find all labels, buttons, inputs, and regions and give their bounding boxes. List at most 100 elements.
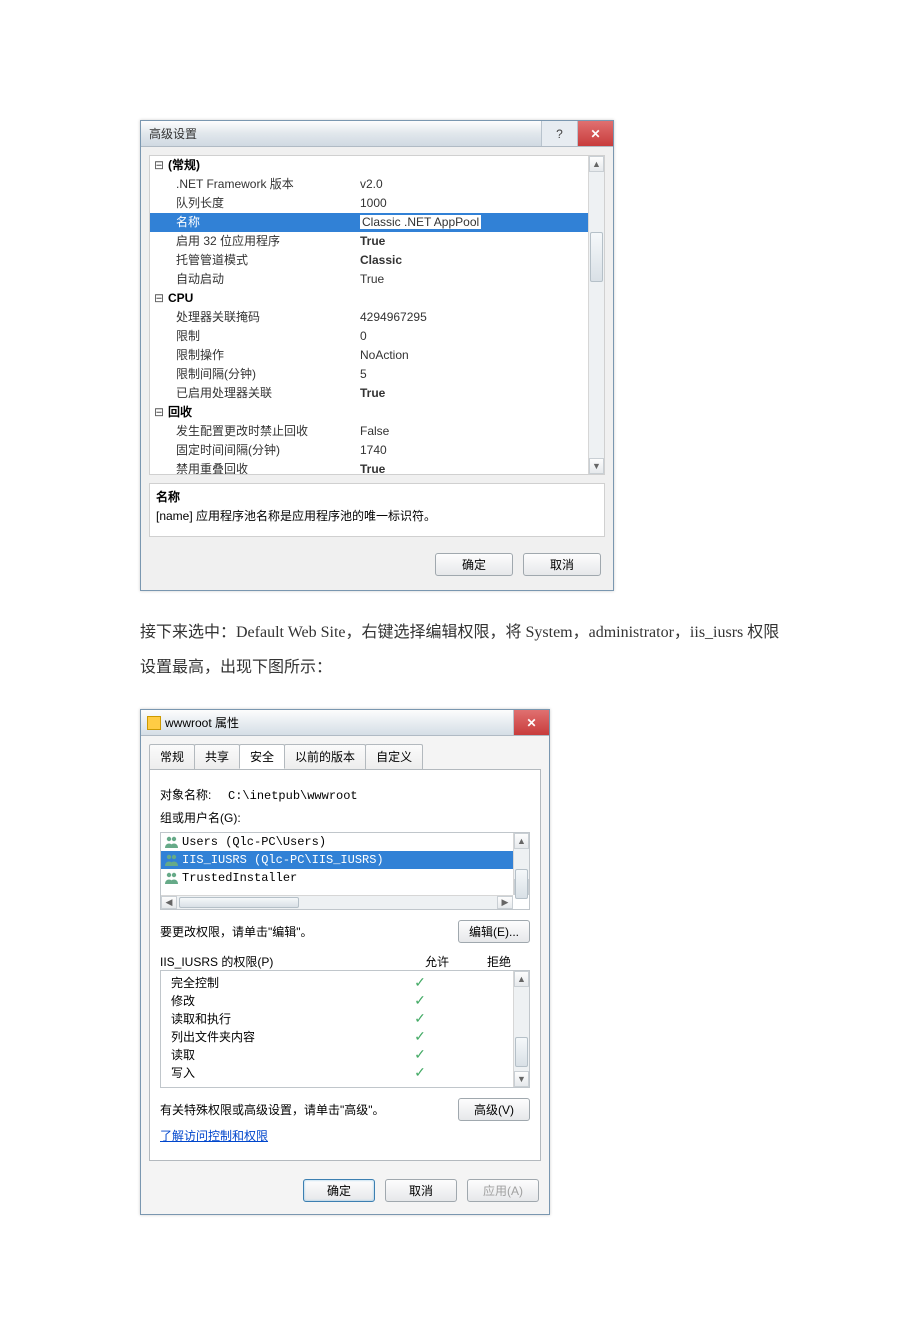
advanced-hint: 有关特殊权限或高级设置，请单击"高级"。 — [160, 1103, 385, 1117]
category-label: (常规) — [168, 156, 200, 175]
property-row[interactable]: .NET Framework 版本v2.0 — [150, 175, 588, 194]
property-value[interactable]: Classic .NET AppPool — [360, 213, 588, 232]
property-label: 禁用重叠回收 — [150, 460, 360, 474]
ok-button[interactable]: 确定 — [303, 1179, 375, 1202]
property-value[interactable]: True — [360, 460, 588, 474]
property-row[interactable]: 限制间隔(分钟)5 — [150, 365, 588, 384]
horizontal-scrollbar[interactable]: ◀ ▶ — [161, 895, 513, 909]
title-bar: 高级设置 ? ✕ — [141, 121, 613, 147]
description-title: 名称 — [156, 488, 598, 505]
list-item-label: Users (Qlc-PC\Users) — [182, 835, 326, 849]
collapse-icon[interactable]: ⊟ — [150, 156, 168, 175]
description-box: 名称 [name] 应用程序池名称是应用程序池的唯一标识符。 — [149, 483, 605, 537]
property-row[interactable]: 已启用处理器关联True — [150, 384, 588, 403]
scrollbar-thumb[interactable] — [515, 1037, 528, 1067]
property-label: 限制操作 — [150, 346, 360, 365]
scroll-down-icon[interactable]: ▼ — [514, 1071, 529, 1087]
list-item-label: IIS_IUSRS (Qlc-PC\IIS_IUSRS) — [182, 853, 384, 867]
advanced-button[interactable]: 高级(V) — [458, 1098, 530, 1121]
property-value[interactable]: True — [360, 384, 588, 403]
property-label: 处理器关联掩码 — [150, 308, 360, 327]
property-row[interactable]: 禁用重叠回收True — [150, 460, 588, 474]
allow-header: 允许 — [406, 953, 468, 970]
close-button[interactable]: ✕ — [513, 710, 549, 735]
property-row[interactable]: 限制0 — [150, 327, 588, 346]
object-name-row: 对象名称: C:\inetpub\wwwroot — [160, 786, 530, 803]
tab-安全[interactable]: 安全 — [239, 744, 285, 769]
dialog-button-row: 确定 取消 — [141, 545, 613, 590]
category-row[interactable]: ⊟(常规) — [150, 156, 588, 175]
scroll-up-icon[interactable]: ▲ — [514, 971, 529, 987]
scroll-right-icon[interactable]: ▶ — [497, 896, 513, 909]
ok-button[interactable]: 确定 — [435, 553, 513, 576]
scroll-left-icon[interactable]: ◀ — [161, 896, 177, 909]
property-value[interactable]: 1740 — [360, 441, 588, 460]
deny-header: 拒绝 — [468, 953, 530, 970]
collapse-icon[interactable]: ⊟ — [150, 289, 168, 308]
property-label: .NET Framework 版本 — [150, 175, 360, 194]
property-value[interactable]: True — [360, 232, 588, 251]
scrollbar-thumb[interactable] — [590, 232, 603, 282]
users-listbox[interactable]: Users (Qlc-PC\Users) IIS_IUSRS (Qlc-PC\II… — [160, 832, 530, 910]
scroll-up-icon[interactable]: ▲ — [589, 156, 604, 172]
property-value[interactable]: Classic — [360, 251, 588, 270]
scrollbar-track[interactable] — [514, 987, 529, 1071]
list-item[interactable]: IIS_IUSRS (Qlc-PC\IIS_IUSRS) — [161, 851, 513, 869]
group-icon — [164, 871, 180, 885]
property-row[interactable]: 限制操作NoAction — [150, 346, 588, 365]
scrollbar-track[interactable] — [589, 172, 604, 458]
property-value[interactable]: False — [360, 422, 588, 441]
scroll-down-icon[interactable]: ▼ — [589, 458, 604, 474]
category-row[interactable]: ⊟CPU — [150, 289, 588, 308]
cancel-button[interactable]: 取消 — [385, 1179, 457, 1202]
collapse-icon[interactable]: ⊟ — [150, 403, 168, 422]
group-icon — [164, 853, 180, 867]
property-row[interactable]: 处理器关联掩码4294967295 — [150, 308, 588, 327]
property-row[interactable]: 队列长度1000 — [150, 194, 588, 213]
groups-label: 组或用户名(G): — [160, 809, 530, 826]
edit-line: 要更改权限，请单击"编辑"。 编辑(E)... — [160, 920, 530, 943]
close-button[interactable]: ✕ — [577, 121, 613, 146]
group-icon — [164, 835, 180, 849]
property-row[interactable]: 自动启动True — [150, 270, 588, 289]
category-row[interactable]: ⊟回收 — [150, 403, 588, 422]
tab-自定义[interactable]: 自定义 — [365, 744, 423, 769]
security-tab-body: 对象名称: C:\inetpub\wwwroot 组或用户名(G): Users… — [149, 769, 541, 1161]
cancel-button[interactable]: 取消 — [523, 553, 601, 576]
property-value[interactable]: NoAction — [360, 346, 588, 365]
permission-name: 修改 — [161, 992, 389, 1009]
property-row[interactable]: 启用 32 位应用程序True — [150, 232, 588, 251]
allow-check-icon: ✓ — [389, 1028, 451, 1045]
property-value[interactable]: 5 — [360, 365, 588, 384]
scroll-up-icon[interactable]: ▲ — [514, 833, 529, 849]
property-value[interactable]: v2.0 — [360, 175, 588, 194]
property-value[interactable]: 0 — [360, 327, 588, 346]
tab-共享[interactable]: 共享 — [194, 744, 240, 769]
property-value[interactable]: True — [360, 270, 588, 289]
permission-row: 修改✓ — [161, 991, 513, 1009]
vertical-scrollbar[interactable]: ▲ ▼ — [513, 971, 529, 1087]
property-value[interactable]: 1000 — [360, 194, 588, 213]
property-value[interactable]: 4294967295 — [360, 308, 588, 327]
list-item[interactable]: Users (Qlc-PC\Users) — [161, 833, 513, 851]
vertical-scrollbar[interactable]: ▲ ▼ — [513, 833, 529, 895]
vertical-scrollbar[interactable]: ▲ ▼ — [588, 156, 604, 474]
dialog-title: wwwroot 属性 — [165, 714, 239, 731]
property-row[interactable]: 托管管道模式Classic — [150, 251, 588, 270]
list-item[interactable]: TrustedInstaller — [161, 869, 513, 887]
scrollbar-thumb[interactable] — [515, 869, 528, 899]
property-row[interactable]: 固定时间间隔(分钟)1740 — [150, 441, 588, 460]
scrollbar-track[interactable] — [514, 849, 529, 879]
property-row[interactable]: 名称Classic .NET AppPool — [150, 213, 588, 232]
scrollbar-thumb[interactable] — [179, 897, 299, 908]
help-link[interactable]: 了解访问控制和权限 — [160, 1127, 530, 1144]
properties-dialog: wwwroot 属性 ✕ 常规共享安全以前的版本自定义 对象名称: C:\ine… — [140, 709, 550, 1215]
edit-button[interactable]: 编辑(E)... — [458, 920, 530, 943]
property-grid: ⊟(常规).NET Framework 版本v2.0队列长度1000名称Clas… — [149, 155, 605, 475]
property-row[interactable]: 发生配置更改时禁止回收False — [150, 422, 588, 441]
apply-button[interactable]: 应用(A) — [467, 1179, 539, 1202]
help-button[interactable]: ? — [541, 121, 577, 146]
permissions-list: 完全控制✓修改✓读取和执行✓列出文件夹内容✓读取✓写入✓ ▲ ▼ — [160, 970, 530, 1088]
tab-以前的版本[interactable]: 以前的版本 — [284, 744, 366, 769]
tab-常规[interactable]: 常规 — [149, 744, 195, 769]
